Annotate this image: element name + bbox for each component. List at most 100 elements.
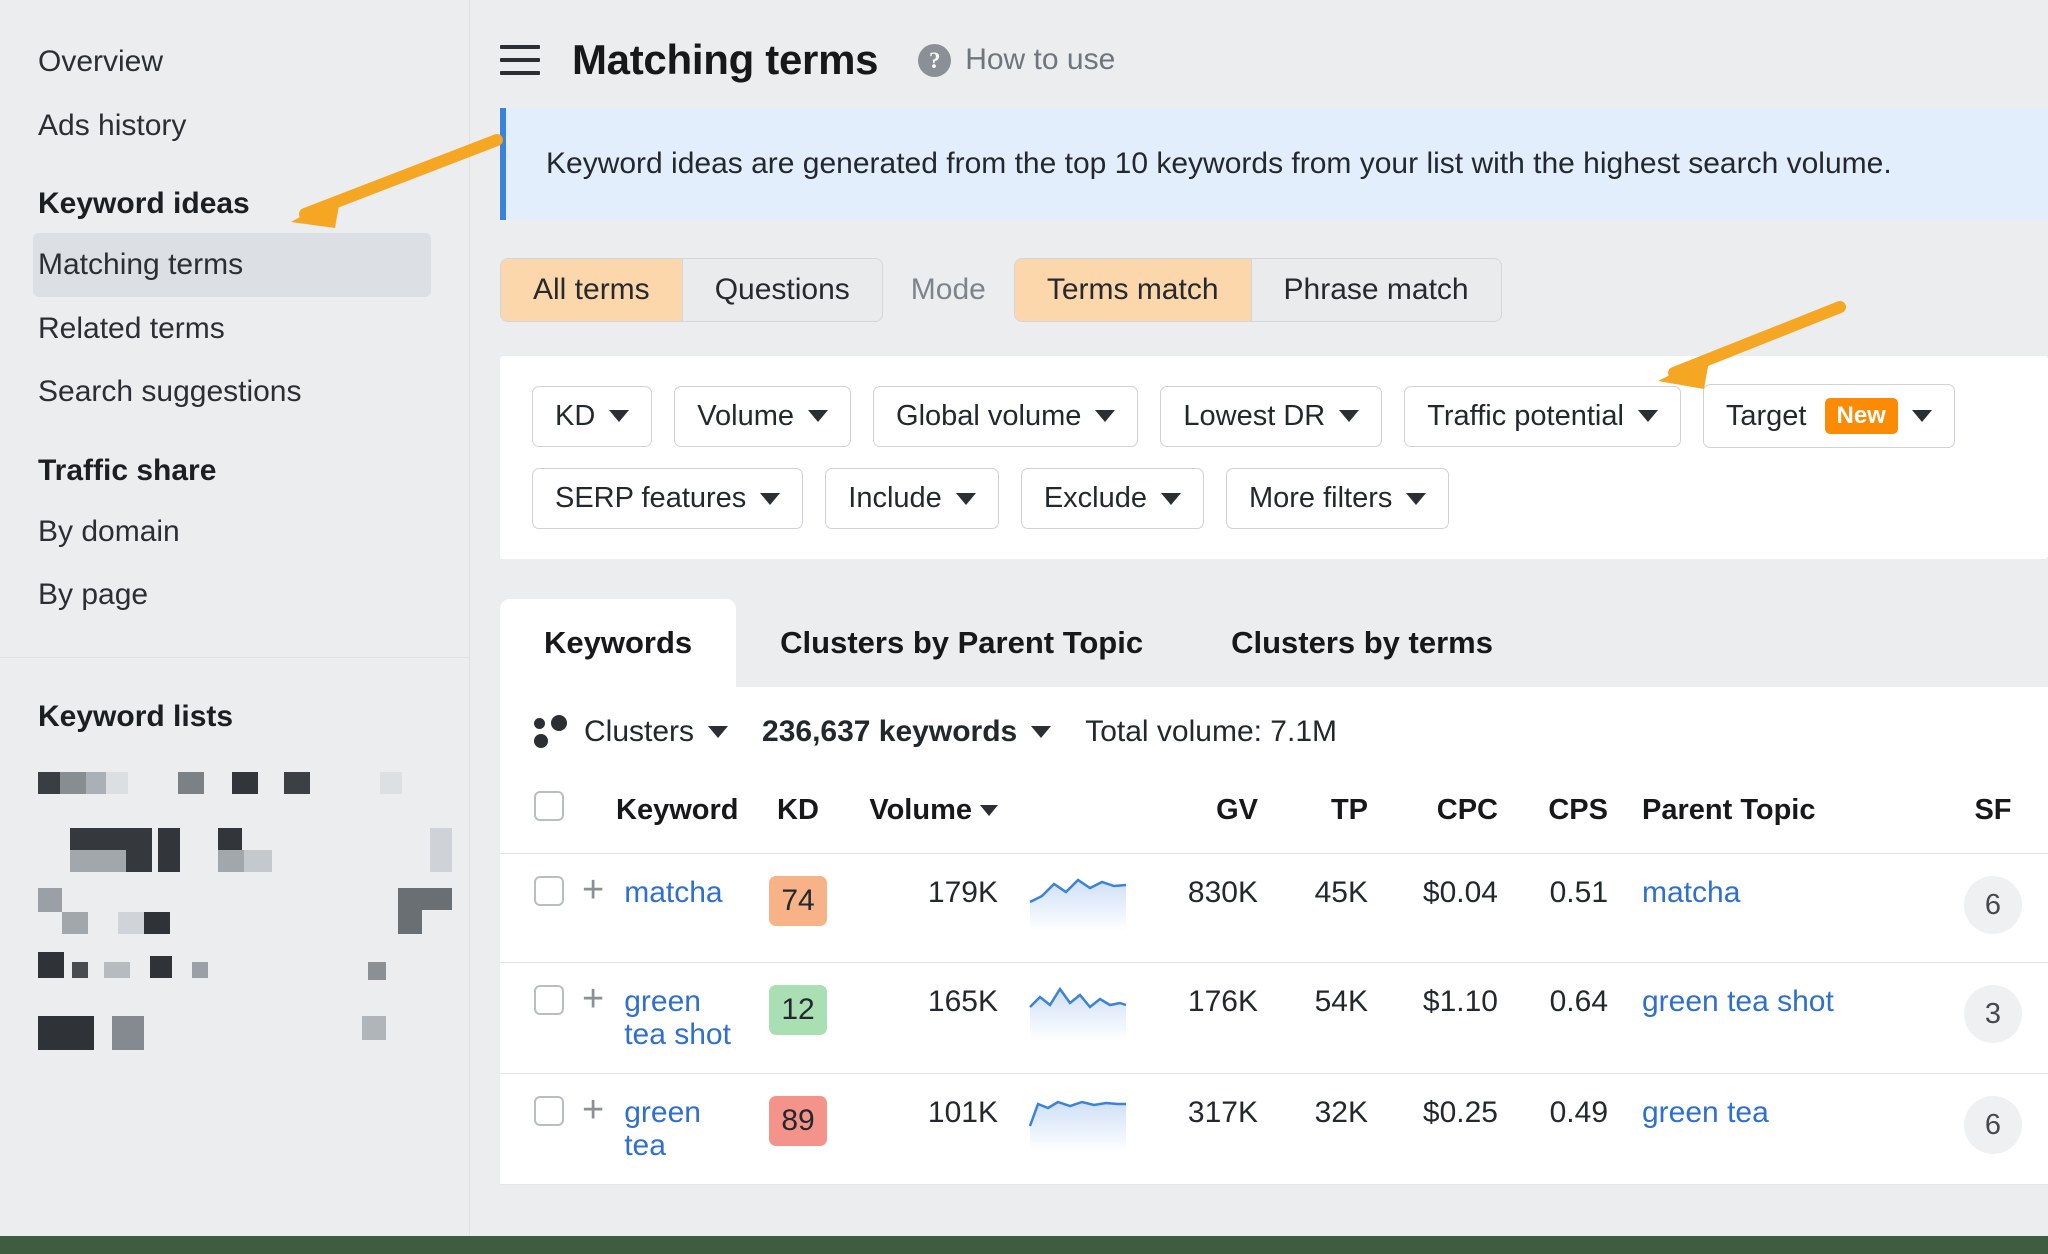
sidebar-section-keyword-ideas: Keyword ideas: [0, 157, 469, 233]
tab-keywords[interactable]: Keywords: [500, 599, 736, 687]
cell-parent-topic: green tea: [1608, 1074, 1938, 1185]
row-select-cell: [500, 963, 576, 1074]
sidebar-item-matching-terms[interactable]: Matching terms: [33, 233, 431, 297]
filter-serp-features[interactable]: SERP features: [532, 468, 803, 529]
sf-badge: 3: [1964, 985, 2022, 1043]
header-volume[interactable]: Volume: [848, 773, 998, 854]
keywords-count-dropdown[interactable]: 236,637 keywords: [762, 715, 1051, 749]
filter-exclude[interactable]: Exclude: [1021, 468, 1204, 529]
header-tp[interactable]: TP: [1258, 773, 1368, 854]
sort-descending-icon: [980, 805, 998, 816]
sidebar-item-label: Related terms: [38, 312, 225, 345]
sidebar-section-keyword-lists: Keyword lists: [0, 658, 469, 758]
cell-kd: 74: [748, 854, 848, 963]
sf-badge: 6: [1964, 1096, 2022, 1154]
keywords-table: Keyword KD Volume GV TP CPC CPS Parent T…: [500, 773, 2048, 1185]
row-select-cell: [500, 1074, 576, 1185]
cell-keyword: + matcha: [576, 854, 748, 963]
table-header-row: Keyword KD Volume GV TP CPC CPS Parent T…: [500, 773, 2048, 854]
filters-panel: KD Volume Global volume Lowest DR Traffi…: [500, 356, 2048, 559]
sidebar-item-label: Matching terms: [38, 248, 243, 281]
redacted-list-item: [0, 1006, 469, 1068]
hamburger-icon[interactable]: [500, 45, 540, 75]
tab-phrase-match[interactable]: Phrase match: [1252, 259, 1501, 321]
table-row: + green tea 89 101K: [500, 1074, 2048, 1185]
cell-sf: 6: [1938, 1074, 2048, 1185]
parent-topic-link[interactable]: green tea shot: [1642, 985, 1834, 1018]
header-kd[interactable]: KD: [748, 773, 848, 854]
sidebar-item-label: Ads history: [38, 109, 186, 142]
row-checkbox[interactable]: [534, 876, 564, 906]
filter-label: Exclude: [1044, 482, 1147, 515]
add-keyword-icon[interactable]: +: [582, 876, 604, 904]
keyword-link[interactable]: matcha: [624, 876, 722, 909]
chevron-down-icon: [708, 726, 728, 738]
header-gv[interactable]: GV: [1128, 773, 1258, 854]
row-checkbox[interactable]: [534, 985, 564, 1015]
tab-terms-match[interactable]: Terms match: [1015, 259, 1252, 321]
chevron-down-icon: [1638, 410, 1658, 422]
sidebar-item-label: Overview: [38, 45, 163, 78]
header-parent-topic[interactable]: Parent Topic: [1608, 773, 1938, 854]
chevron-down-icon: [609, 410, 629, 422]
sidebar-item-ads-history[interactable]: Ads history: [0, 94, 469, 158]
sidebar-item-overview[interactable]: Overview: [0, 30, 469, 94]
parent-topic-link[interactable]: matcha: [1642, 876, 1740, 909]
tab-all-terms[interactable]: All terms: [501, 259, 683, 321]
results-panel: Keywords Clusters by Parent Topic Cluste…: [500, 599, 2048, 1185]
filter-target[interactable]: Target New: [1703, 384, 1955, 448]
terms-type-segment: All terms Questions: [500, 258, 883, 322]
kd-badge: 74: [769, 876, 826, 926]
row-checkbox[interactable]: [534, 1096, 564, 1126]
parent-topic-link[interactable]: green tea: [1642, 1096, 1769, 1129]
select-all-checkbox[interactable]: [534, 791, 564, 821]
keywords-count-label: 236,637 keywords: [762, 715, 1017, 749]
sidebar-item-by-domain[interactable]: By domain: [0, 500, 469, 564]
cell-gv: 176K: [1128, 963, 1258, 1074]
tab-questions[interactable]: Questions: [683, 259, 882, 321]
total-volume-label: Total volume: 7.1M: [1085, 715, 1337, 749]
keyword-link[interactable]: green tea shot: [624, 985, 748, 1051]
header-cpc[interactable]: CPC: [1368, 773, 1498, 854]
app-root: Overview Ads history Keyword ideas Match…: [0, 0, 2048, 1254]
cell-cpc: $0.25: [1368, 1074, 1498, 1185]
add-keyword-icon[interactable]: +: [582, 985, 604, 1013]
keyword-link[interactable]: green tea: [624, 1096, 748, 1162]
sidebar-item-related-terms[interactable]: Related terms: [0, 297, 469, 361]
volume-sparkline-chart: [1028, 876, 1128, 932]
filter-include[interactable]: Include: [825, 468, 999, 529]
page-header: Matching terms ? How to use: [470, 0, 2048, 92]
add-keyword-icon[interactable]: +: [582, 1096, 604, 1124]
table-row: + green tea shot 12 165K: [500, 963, 2048, 1074]
filter-more-filters[interactable]: More filters: [1226, 468, 1449, 529]
sidebar-item-label: By domain: [38, 515, 180, 548]
chevron-down-icon: [1031, 726, 1051, 738]
header-keyword[interactable]: Keyword: [576, 773, 748, 854]
cell-kd: 89: [748, 1074, 848, 1185]
filter-volume[interactable]: Volume: [674, 386, 851, 447]
filter-label: Global volume: [896, 400, 1081, 433]
info-banner-text: Keyword ideas are generated from the top…: [546, 147, 1892, 181]
clusters-dropdown[interactable]: Clusters: [584, 715, 728, 749]
tab-clusters-by-terms[interactable]: Clusters by terms: [1187, 599, 1537, 687]
kd-badge: 89: [769, 1096, 826, 1146]
filters-row-secondary: SERP features Include Exclude More filte…: [532, 468, 2048, 529]
filter-kd[interactable]: KD: [532, 386, 652, 447]
redacted-list-item: [0, 758, 469, 820]
sidebar-item-search-suggestions[interactable]: Search suggestions: [0, 360, 469, 424]
cell-parent-topic: green tea shot: [1608, 963, 1938, 1074]
cell-cps: 0.64: [1498, 963, 1608, 1074]
page-title: Matching terms: [572, 36, 878, 84]
footer-bar: [0, 1236, 2048, 1254]
header-cps[interactable]: CPS: [1498, 773, 1608, 854]
chevron-down-icon: [1095, 410, 1115, 422]
filter-global-volume[interactable]: Global volume: [873, 386, 1138, 447]
filter-traffic-potential[interactable]: Traffic potential: [1404, 386, 1681, 447]
tab-clusters-by-parent-topic[interactable]: Clusters by Parent Topic: [736, 599, 1187, 687]
filter-lowest-dr[interactable]: Lowest DR: [1160, 386, 1382, 447]
how-to-use-link[interactable]: ? How to use: [918, 43, 1115, 77]
sidebar-item-by-page[interactable]: By page: [0, 563, 469, 627]
filter-label: Target: [1726, 400, 1807, 433]
sidebar-item-label: Search suggestions: [38, 375, 302, 408]
header-sf[interactable]: SF: [1938, 773, 2048, 854]
